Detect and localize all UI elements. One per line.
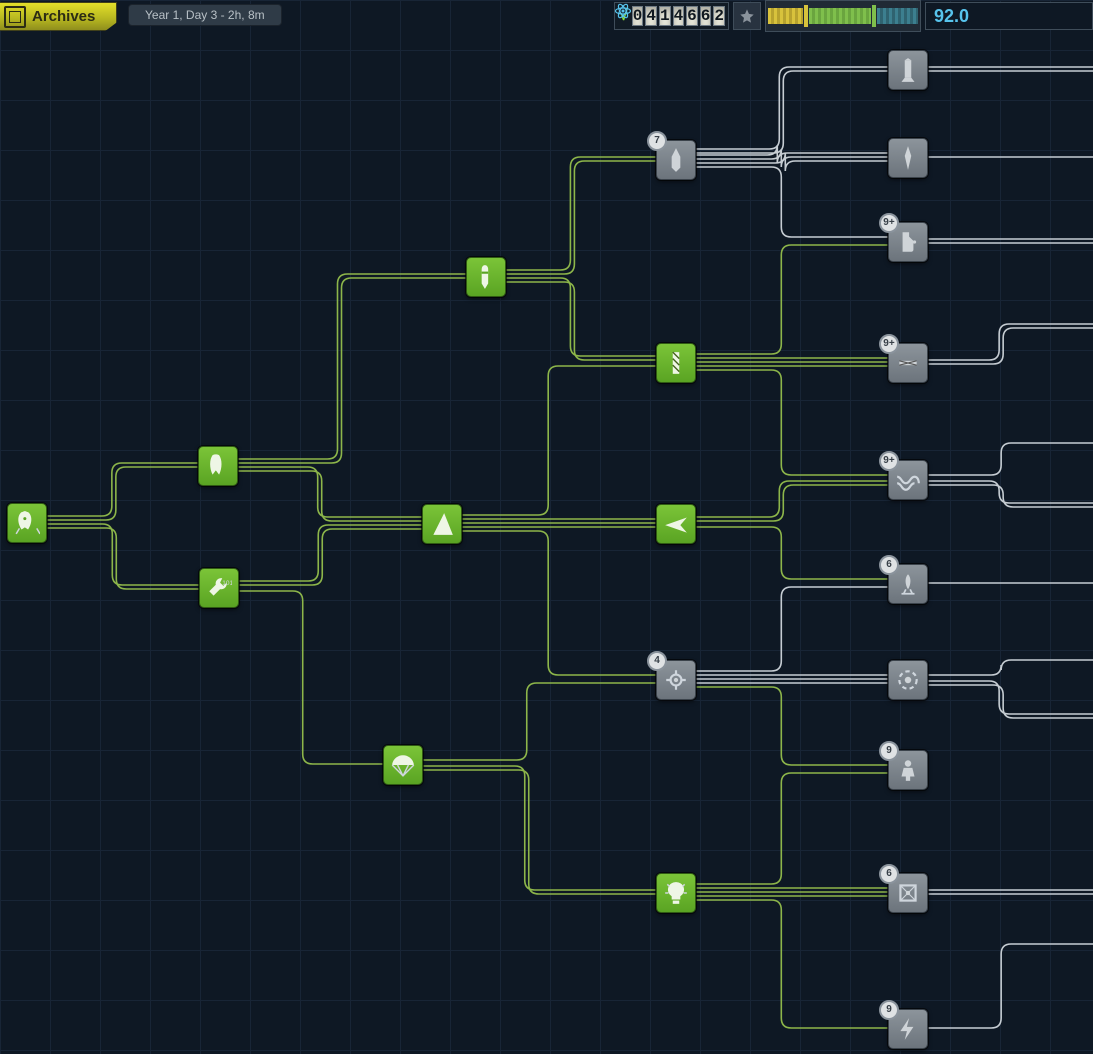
fin-icon: [429, 511, 455, 537]
part-count-badge: 9: [879, 741, 899, 761]
funds-counter[interactable]: √ 0414662: [614, 2, 729, 30]
reputation-star-button[interactable]: [733, 2, 761, 30]
node-survivability[interactable]: [383, 745, 423, 785]
part-count-badge: 6: [879, 864, 899, 884]
gyro-icon: [663, 667, 689, 693]
part-count-badge: 9: [879, 1000, 899, 1020]
girder-icon: [663, 350, 689, 376]
node-aerodynamics[interactable]: 9+: [888, 460, 928, 500]
mission-clock-label: Year 1, Day 3 - 2h, 8m: [145, 8, 265, 22]
fuel-icon: [895, 229, 921, 255]
funds-digit: 4: [645, 6, 657, 26]
reputation-bar[interactable]: [765, 0, 921, 32]
part-count-badge: 6: [879, 555, 899, 575]
spear-rocket-icon: [895, 145, 921, 171]
node-electrics-2[interactable]: 9: [888, 1009, 928, 1049]
funds-digit: 1: [659, 6, 671, 26]
node-electrics[interactable]: 6: [888, 873, 928, 913]
part-count-badge: 9+: [879, 451, 899, 471]
funds-digit: 0: [632, 6, 644, 26]
science-value: 92.0: [934, 6, 969, 27]
small-rocket-icon: [205, 453, 231, 479]
funds-digit: 4: [673, 6, 685, 26]
beam-x-icon: [895, 350, 921, 376]
tech-tree-connectors: [0, 0, 1093, 1054]
eva-icon: [895, 757, 921, 783]
sas-ring-icon: [895, 667, 921, 693]
node-start[interactable]: [7, 503, 47, 543]
funds-digit: 6: [700, 6, 712, 26]
top-bar: Archives Year 1, Day 3 - 2h, 8m √ 041466…: [0, 0, 1093, 32]
node-advanced-construction[interactable]: 9+: [888, 343, 928, 383]
node-space-exploration[interactable]: 9: [888, 750, 928, 790]
node-fuel-systems[interactable]: 9+: [888, 222, 928, 262]
resource-cluster: √ 0414662 92.0: [614, 2, 1093, 30]
node-propulsion[interactable]: [888, 138, 928, 178]
parachute-icon: [390, 752, 416, 778]
funds-digit: 2: [713, 6, 725, 26]
funds-icon: √: [617, 7, 631, 25]
tall-rocket-icon: [473, 264, 499, 290]
science-counter[interactable]: 92.0: [925, 2, 1093, 30]
wrench-101-icon: [206, 575, 232, 601]
large-rocket-icon: [895, 57, 921, 83]
bolt-icon: [895, 1016, 921, 1042]
node-general-rocketry[interactable]: [466, 257, 506, 297]
chip-icon: [895, 880, 921, 906]
part-count-badge: 7: [647, 131, 667, 151]
archives-tab[interactable]: Archives: [0, 2, 117, 31]
star-icon: [739, 8, 755, 24]
node-heavy-rocketry[interactable]: [888, 50, 928, 90]
mission-clock[interactable]: Year 1, Day 3 - 2h, 8m: [128, 4, 282, 26]
node-stability[interactable]: [422, 504, 462, 544]
landing-icon: [895, 571, 921, 597]
rocket-star-icon: [14, 510, 40, 536]
node-flight-control[interactable]: 4: [656, 660, 696, 700]
funds-digit: 6: [686, 6, 698, 26]
node-general-construction[interactable]: [656, 343, 696, 383]
node-basic-rocketry[interactable]: [198, 446, 238, 486]
part-count-badge: 4: [647, 651, 667, 671]
wave-icon: [895, 467, 921, 493]
node-adv-flight-control[interactable]: [888, 660, 928, 700]
archives-label: Archives: [32, 8, 95, 25]
node-landing[interactable]: 6: [888, 564, 928, 604]
bulb-icon: [663, 880, 689, 906]
part-count-badge: 9+: [879, 213, 899, 233]
part-count-badge: 9+: [879, 334, 899, 354]
node-engineering-101[interactable]: [199, 568, 239, 608]
archives-icon: [4, 6, 26, 28]
node-advanced-rocketry[interactable]: 7: [656, 140, 696, 180]
pointed-rocket-icon: [663, 147, 689, 173]
node-basic-science[interactable]: [656, 873, 696, 913]
plane-icon: [663, 511, 689, 537]
node-aviation[interactable]: [656, 504, 696, 544]
